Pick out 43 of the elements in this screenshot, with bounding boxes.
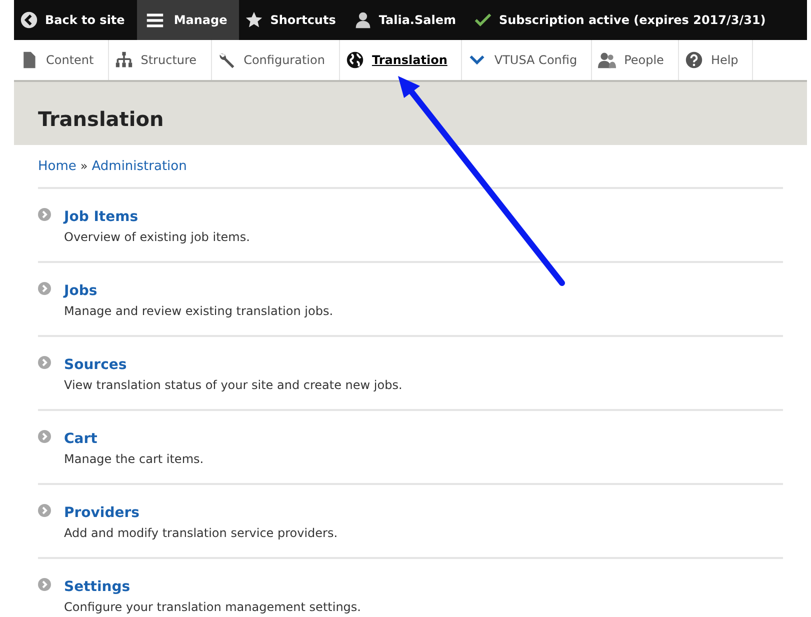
item-description: Add and modify translation service providers. [64, 526, 339, 540]
breadcrumb-link[interactable]: Home [38, 158, 76, 174]
toolbar-item[interactable]: Talia.Salem [348, 0, 468, 40]
item-description: Manage the cart items. [64, 452, 205, 466]
bullet-icon [38, 578, 51, 591]
item-link[interactable]: Settings [64, 579, 130, 595]
toolbar-item[interactable]: Manage [136, 0, 240, 40]
item-description: Overview of existing job items. [64, 230, 251, 244]
bullet-icon [38, 356, 51, 369]
item-link[interactable]: Job Items [64, 209, 138, 225]
item-description: View translation status of your site and create new jobs. [64, 378, 404, 392]
tray-tab[interactable]: Help [678, 40, 754, 80]
help-icon [684, 51, 703, 69]
tray-tab[interactable]: Translation [340, 40, 462, 80]
wrench-icon [218, 51, 236, 69]
toolbar-item[interactable]: Back to site [14, 0, 137, 40]
page-title: Translation [38, 106, 164, 130]
tray-tab[interactable]: VTUSA Config [462, 40, 592, 80]
toolbar-item[interactable]: Shortcuts [239, 0, 348, 40]
back-icon [20, 11, 38, 29]
toolbar-item[interactable]: Subscription active (expires 2017/3/31) [468, 0, 778, 40]
bullet-icon [38, 208, 51, 221]
item-link[interactable]: Providers [64, 505, 140, 521]
check-icon [474, 11, 492, 29]
item-link[interactable]: Jobs [64, 283, 98, 299]
breadcrumb-separator: » [80, 159, 88, 173]
bullet-icon [38, 504, 51, 517]
user-icon [354, 11, 372, 29]
item-description: Manage and review existing translation jobs. [64, 304, 334, 318]
bullet-icon [38, 282, 51, 295]
tray-tab[interactable]: Configuration [212, 40, 340, 80]
item-link[interactable]: Sources [64, 357, 127, 373]
tray-tab[interactable]: People [592, 40, 679, 80]
tray-tab[interactable]: Content [14, 40, 109, 80]
hierarchy-icon [114, 51, 133, 69]
item-link[interactable]: Cart [64, 431, 98, 447]
people-icon [598, 51, 616, 69]
bullet-icon [38, 430, 51, 443]
globe-icon [346, 51, 364, 69]
tray-tab[interactable]: Structure [108, 40, 212, 80]
breadcrumb-link[interactable]: Administration [92, 158, 187, 174]
star-icon [245, 11, 264, 29]
item-description: Configure your translation management settings. [64, 600, 362, 614]
